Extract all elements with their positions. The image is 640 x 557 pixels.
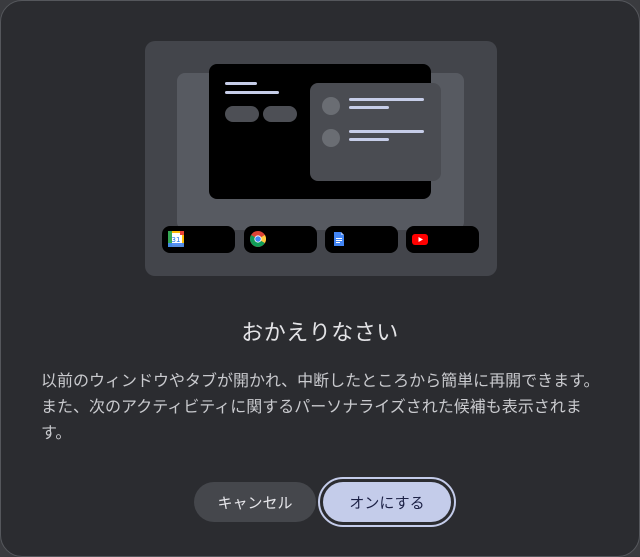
- welcome-back-dialog: 31 おかえりなさい 以前のウィンドウやタブが開かれ、中断したところから簡単に再…: [0, 0, 640, 557]
- calendar-day-label: 31: [172, 236, 181, 244]
- window-pill: [225, 106, 259, 122]
- window-pill: [263, 106, 297, 122]
- youtube-icon: [412, 234, 428, 245]
- app-chip-calendar: 31: [162, 226, 235, 253]
- suggestion-text-line: [349, 106, 389, 109]
- suggestion-text-line: [349, 98, 424, 101]
- suggestion-avatar: [322, 129, 340, 147]
- cancel-button[interactable]: キャンセル: [194, 482, 316, 522]
- app-chip-docs: [325, 226, 398, 253]
- suggestion-avatar: [322, 97, 340, 115]
- dialog-title: おかえりなさい: [241, 321, 399, 346]
- window-text-line: [225, 91, 279, 94]
- turn-on-button[interactable]: オンにする: [318, 477, 456, 527]
- docs-icon: [334, 232, 344, 246]
- suggestion-text-line: [349, 130, 424, 133]
- calendar-icon: 31: [168, 231, 184, 247]
- dialog-description: 以前のウィンドウやタブが開かれ、中断したところから簡単に再開できます。また、次の…: [41, 371, 600, 442]
- app-chip-chrome: [244, 226, 317, 253]
- window-text-line: [225, 82, 257, 85]
- chrome-icon: [250, 231, 266, 247]
- session-restore-illustration: 31: [145, 41, 497, 276]
- app-chip-youtube: [406, 226, 479, 253]
- illustration-suggestion-panel: [310, 83, 441, 181]
- suggestion-text-line: [349, 138, 389, 141]
